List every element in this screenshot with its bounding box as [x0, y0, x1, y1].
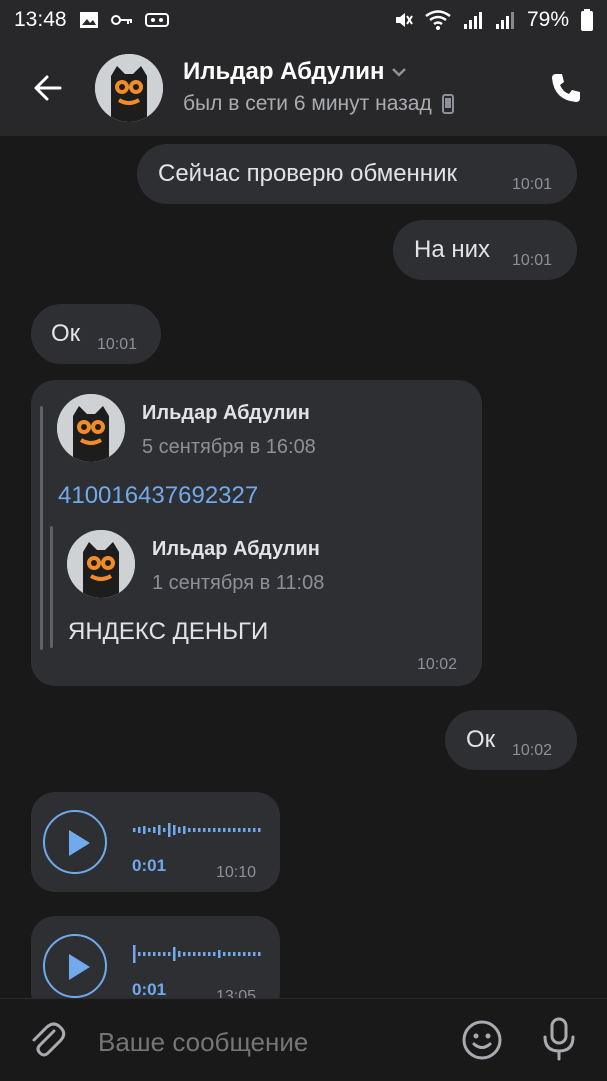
message-outgoing[interactable]: Сейчас проверю обменник 10:01 — [137, 144, 577, 204]
forward-link[interactable]: 410016437692327 — [58, 482, 258, 510]
waveform[interactable] — [133, 944, 265, 964]
nested-forward-text: ЯНДЕКС ДЕНЬГИ — [68, 618, 269, 645]
voice-message[interactable]: 0:01 13:05 — [31, 916, 280, 998]
voice-duration: 0:01 — [132, 856, 167, 875]
owl-avatar-icon — [95, 54, 163, 122]
avatar[interactable] — [95, 54, 163, 122]
message-time: 10:01 — [97, 336, 138, 353]
message-time: 10:10 — [216, 864, 257, 881]
message-input[interactable] — [96, 1023, 440, 1061]
emoji-icon[interactable] — [461, 1019, 503, 1061]
voice-message[interactable]: 0:01 10:10 — [31, 792, 280, 892]
attach-paperclip-icon[interactable] — [28, 1021, 66, 1059]
play-icon — [69, 954, 90, 980]
phone-call-icon[interactable] — [548, 70, 584, 106]
message-text: Ок — [51, 320, 81, 347]
message-forwarded[interactable]: Ильдар Абдулин 5 сентября в 16:08 410016… — [31, 380, 482, 686]
owl-avatar-icon — [67, 530, 135, 598]
play-button[interactable] — [43, 810, 107, 874]
message-text: Сейчас проверю обменник — [158, 160, 457, 187]
battery-icon — [581, 9, 593, 31]
avatar[interactable] — [57, 394, 125, 462]
message-text: На них — [414, 236, 491, 263]
voice-duration: 0:01 — [132, 980, 167, 998]
chat-header: Ильдар Абдулин был в сети 6 минут назад — [0, 40, 607, 136]
play-icon — [69, 830, 90, 856]
play-button[interactable] — [43, 934, 107, 998]
wifi-icon — [425, 10, 451, 30]
forward-bar — [40, 406, 43, 650]
signal-icon — [463, 12, 482, 29]
vpn-icon — [144, 13, 169, 27]
message-time: 10:02 — [417, 656, 458, 673]
nested-forward-date: 1 сентября в 11:08 — [152, 572, 325, 594]
chevron-down-icon[interactable] — [390, 66, 408, 78]
message-outgoing[interactable]: На них 10:01 — [393, 220, 577, 280]
signal-icon-2 — [495, 12, 514, 29]
gallery-icon — [79, 12, 98, 28]
message-time: 10:01 — [512, 176, 553, 193]
message-time: 10:01 — [512, 252, 553, 269]
last-seen-status: был в сети 6 минут назад — [183, 92, 454, 116]
nested-forward-author[interactable]: Ильдар Абдулин — [152, 538, 320, 561]
nested-forward-bar — [50, 526, 53, 648]
forward-author[interactable]: Ильдар Абдулин — [142, 402, 310, 425]
message-list[interactable]: Сейчас проверю обменник 10:01 На них 10:… — [0, 136, 607, 998]
waveform[interactable] — [133, 820, 265, 840]
battery-percent: 79% — [526, 8, 569, 31]
microphone-icon[interactable] — [538, 1017, 580, 1061]
mobile-phone-icon — [441, 94, 454, 114]
contact-name[interactable]: Ильдар Абдулин — [183, 58, 408, 86]
message-time: 13:05 — [216, 988, 257, 998]
message-outgoing[interactable]: Ок 10:02 — [445, 710, 577, 770]
status-bar: 13:48 79% — [0, 0, 607, 40]
back-arrow-icon[interactable] — [30, 70, 66, 106]
status-time: 13:48 — [14, 8, 67, 31]
key-icon — [110, 15, 132, 25]
avatar[interactable] — [67, 530, 135, 598]
message-incoming[interactable]: Ок 10:01 — [31, 304, 161, 364]
mute-icon — [395, 13, 413, 27]
forward-date: 5 сентября в 16:08 — [142, 436, 316, 458]
owl-avatar-icon — [57, 394, 125, 462]
message-text: Ок — [466, 726, 496, 753]
message-composer — [0, 998, 607, 1081]
contact-name-text: Ильдар Абдулин — [183, 58, 385, 85]
last-seen-text: был в сети 6 минут назад — [183, 92, 432, 115]
message-time: 10:02 — [512, 742, 553, 759]
